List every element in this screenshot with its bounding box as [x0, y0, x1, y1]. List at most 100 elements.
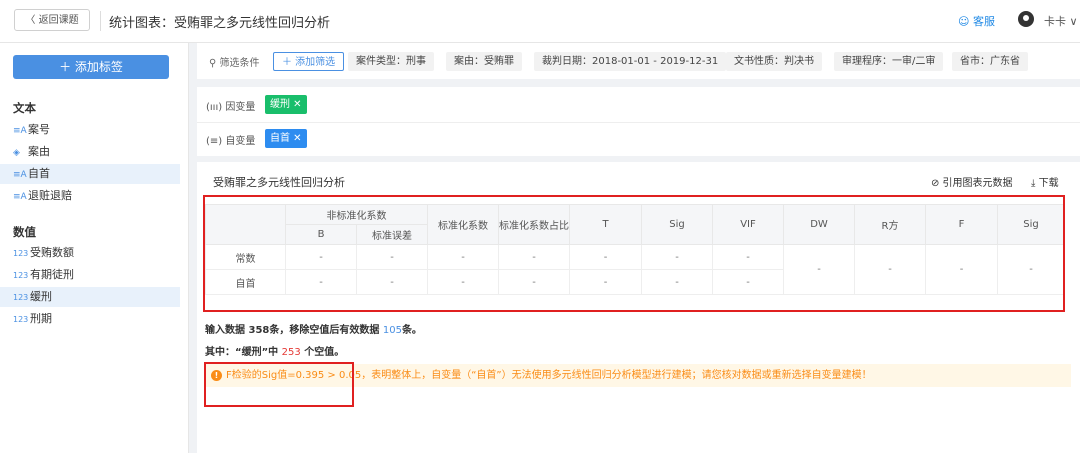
table-row: 常数 - - - - - - - - - - - — [205, 244, 1065, 295]
text-field-icon: ≡A — [13, 170, 27, 180]
table-header-std-share: 标准化系数占比 — [498, 204, 570, 245]
text-field-icon: ≡A — [13, 126, 27, 136]
sidebar-item-label: 刑期 — [30, 312, 52, 325]
table-cell: - — [427, 244, 499, 270]
table-header-corner — [205, 204, 286, 245]
table-cell-sig-model: - — [997, 244, 1065, 295]
user-avatar-icon[interactable] — [1018, 11, 1034, 27]
dependent-variable-tag[interactable]: 缓刑 ✕ — [265, 95, 307, 114]
sidebar-item-bribe-amount[interactable]: 123 受贿数额 — [0, 243, 180, 263]
sidebar-item-restitution[interactable]: ≡A退赃退赔 — [0, 186, 180, 206]
filter-chip-document-type[interactable]: 文书性质：判决书 — [726, 52, 822, 71]
add-filter-button[interactable]: ＋ 添加筛选 — [273, 52, 345, 71]
dependent-variable-label: (ııı) 因变量 — [206, 102, 256, 113]
sidebar: ＋ 添加标签 文本 ≡A案号 ◈ 案由 ≡A自首 ≡A退赃退赔 数值 123 受贿数… — [0, 43, 189, 453]
variable-panel: (ııı) 因变量 缓刑 ✕ (≡) 自变量 自首 ✕ — [197, 87, 1080, 156]
numeric-field-icon: 123 — [13, 315, 29, 324]
null-suffix: 个空值。 — [300, 347, 345, 358]
valid-count: 105 — [382, 325, 402, 336]
filter-chip-trial-procedure[interactable]: 审理程序：一审/二审 — [834, 52, 944, 71]
table-cell: - — [498, 269, 570, 295]
layers-icon: ◈ — [13, 148, 20, 158]
table-header-dw: DW — [783, 204, 855, 245]
table-cell: - — [641, 269, 713, 295]
table-cell: - — [285, 269, 357, 295]
divider — [197, 122, 1080, 123]
sidebar-item-cause[interactable]: ◈ 案由 — [0, 142, 180, 162]
sidebar-item-surrender[interactable]: ≡A自首 — [0, 164, 180, 184]
table-cell: - — [498, 244, 570, 270]
top-header: 〈 返回课题 统计图表：受贿罪之多元线性回归分析 ☺ 客服 卡卡 ∨ — [0, 0, 1080, 43]
table-cell: - — [569, 269, 642, 295]
sidebar-item-label: 受贿数额 — [30, 246, 74, 259]
sidebar-item-fixed-term[interactable]: 123 有期徒刑 — [0, 265, 180, 285]
summary-suffix: 条。 — [401, 325, 422, 336]
filter-bar: ⚲ 筛选条件 ＋ 添加筛选 案件类型：刑事 案由：受贿罪 裁判日期：2018-0… — [197, 43, 1080, 79]
table-header-vif: VIF — [712, 204, 784, 245]
table-header-f: F — [925, 204, 998, 245]
download-link[interactable]: ⤓ 下载 — [1031, 174, 1059, 189]
filter-chip-cause[interactable]: 案由：受贿罪 — [446, 52, 522, 71]
sidebar-item-label: 案由 — [28, 145, 50, 158]
sidebar-item-label: 案号 — [28, 123, 50, 136]
table-header-unstd: 非标准化系数 — [285, 204, 428, 225]
warning-icon: ! — [211, 369, 222, 381]
sidebar-item-label: 退赃退赔 — [28, 189, 72, 202]
analysis-result-card: 受贿罪之多元线性回归分析 ⊘ 引用图表元数据 ⤓ 下载 非标准化系数 标准化系数… — [197, 162, 1080, 453]
numeric-field-icon: 123 — [13, 271, 29, 280]
table-header-std: 标准化系数 — [427, 204, 499, 245]
filter-label: ⚲ 筛选条件 — [209, 58, 260, 69]
filter-chip-judgment-date[interactable]: 裁判日期：2018-01-01 - 2019-12-31 — [534, 52, 727, 71]
regression-table: 非标准化系数 标准化系数 标准化系数占比 T Sig VIF DW R方 F S… — [205, 204, 1065, 295]
sidebar-item-label: 有期徒刑 — [30, 268, 74, 281]
sidebar-item-sentence[interactable]: 123 刑期 — [0, 309, 180, 329]
table-cell: - — [712, 269, 784, 295]
filter-chip-province[interactable]: 省市：广东省 — [952, 52, 1028, 71]
summary-prefix: 输入数据 358条，移除空值后有效数据 — [205, 325, 383, 336]
back-to-topic-button[interactable]: 〈 返回课题 — [14, 9, 90, 31]
user-menu[interactable]: 卡卡 ∨ — [1044, 13, 1078, 29]
row-label-surrender: 自首 — [205, 269, 286, 295]
independent-variable-label: (≡) 自变量 — [206, 136, 256, 147]
sidebar-item-label: 自首 — [28, 167, 50, 180]
null-prefix: 其中：“缓刑”中 — [205, 347, 282, 358]
table-cell: - — [569, 244, 642, 270]
numeric-field-icon: 123 — [13, 249, 29, 258]
table-cell: - — [427, 269, 499, 295]
table-cell: - — [356, 269, 428, 295]
table-cell: - — [641, 244, 713, 270]
sidebar-section-numeric: 数值 — [13, 225, 36, 239]
analysis-title: 受贿罪之多元线性回归分析 — [213, 176, 345, 189]
sidebar-section-text: 文本 — [13, 101, 36, 115]
table-cell: - — [356, 244, 428, 270]
table-cell: - — [712, 244, 784, 270]
filter-chip-case-type[interactable]: 案件类型：刑事 — [348, 52, 434, 71]
null-summary: 其中：“缓刑”中 253 个空值。 — [205, 343, 344, 358]
row-label-constant: 常数 — [205, 244, 286, 270]
table-header-sig: Sig — [641, 204, 713, 245]
cite-chart-metadata-link[interactable]: ⊘ 引用图表元数据 — [931, 174, 1013, 189]
table-cell-dw: - — [783, 244, 855, 295]
null-count: 253 — [281, 347, 301, 358]
table-header-std-error: 标准误差 — [356, 224, 428, 245]
sidebar-item-probation[interactable]: 123 缓刑 — [0, 287, 180, 307]
warning-alert: ! F检验的Sig值=0.395 > 0.05，表明整体上，自变量（“自首”）无法… — [205, 364, 1071, 387]
header-divider — [100, 11, 101, 31]
sidebar-item-label: 缓刑 — [30, 290, 52, 303]
table-header-b: B — [285, 224, 357, 245]
table-header-sig-model: Sig — [997, 204, 1065, 245]
table-header-r2: R方 — [854, 204, 926, 245]
sidebar-item-case-number[interactable]: ≡A案号 — [0, 120, 180, 140]
data-summary: 输入数据 358条，移除空值后有效数据 105条。 — [205, 321, 422, 336]
page-title: 统计图表：受贿罪之多元线性回归分析 — [109, 16, 331, 31]
table-cell: - — [285, 244, 357, 270]
numeric-field-icon: 123 — [13, 293, 29, 302]
independent-variable-tag[interactable]: 自首 ✕ — [265, 129, 307, 148]
table-header-t: T — [569, 204, 642, 245]
customer-service-link[interactable]: ☺ 客服 — [958, 13, 995, 29]
table-cell-f: - — [925, 244, 998, 295]
table-cell-r2: - — [854, 244, 926, 295]
add-tag-button[interactable]: ＋ 添加标签 — [13, 55, 169, 79]
text-field-icon: ≡A — [13, 192, 27, 202]
warning-text: F检验的Sig值=0.395 > 0.05，表明整体上，自变量（“自首”）无法使… — [226, 370, 872, 381]
